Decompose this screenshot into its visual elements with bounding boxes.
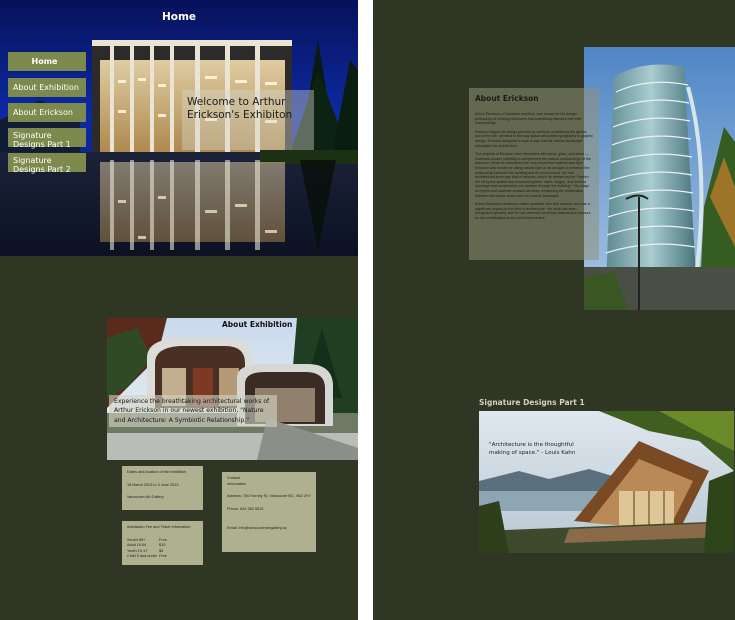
bio-paragraph: Arthur Erickson's illustrious career spa… bbox=[475, 202, 591, 220]
about-erickson-panel: About Erickson Arthur Erickson, a Canadi… bbox=[469, 88, 599, 260]
signature-house-photo bbox=[479, 411, 734, 553]
bio-paragraph: Erickson began his design process by car… bbox=[475, 129, 593, 148]
welcome-banner: Welcome to Arthur Erickson's Exhibiton bbox=[182, 90, 314, 150]
section-title-about-erickson: About Erickson bbox=[475, 94, 539, 103]
page-title-home: Home bbox=[161, 11, 197, 23]
design-canvas: Home Home About Exhibition About Erickso… bbox=[0, 0, 735, 620]
kahn-quote: "Architecture is the thoughtful making o… bbox=[489, 442, 576, 456]
contact-email[interactable]: Email: info@vancouverartgallery.ca bbox=[227, 526, 311, 532]
nav-home-button[interactable]: Home bbox=[8, 52, 86, 71]
admission-fee-card: Admission Fee and Ticket Information Sen… bbox=[122, 521, 203, 565]
exhibition-house-photo bbox=[107, 318, 358, 460]
erickson-biography: Arthur Erickson, a Canadian architect, w… bbox=[475, 112, 593, 220]
contact-card-heading: Contact Information bbox=[227, 476, 246, 486]
nav-about-exhibition-button[interactable]: About Exhibition bbox=[8, 78, 86, 97]
artboard-home: Home Home About Exhibition About Erickso… bbox=[0, 0, 358, 620]
section-title-about-exhibition: About Exhibition bbox=[222, 320, 293, 329]
erickson-tower-photo bbox=[584, 47, 735, 310]
exhibition-intro-text: Experience the breathtaking architectura… bbox=[109, 395, 277, 427]
contact-address: Address: 750 Hornby St, Vancouver BC, V6… bbox=[227, 494, 311, 499]
section-title-signature-designs-1: Signature Designs Part 1 bbox=[479, 398, 585, 407]
artboard-erickson: About Erickson Arthur Erickson, a Canadi… bbox=[373, 0, 735, 620]
bio-paragraph: Arthur Erickson, a Canadian architect, w… bbox=[475, 112, 582, 126]
contact-information-card: Contact Information Address: 750 Hornby … bbox=[222, 472, 316, 552]
fees-card-heading: Admission Fee and Ticket Information bbox=[127, 525, 191, 529]
dates-location-card: Dates and location of the exhibition 18 … bbox=[122, 466, 203, 510]
nav-about-erickson-button[interactable]: About Erickson bbox=[8, 103, 86, 122]
nav-signature-part2-button[interactable]: Signature Designs Part 2 bbox=[8, 153, 86, 174]
fee-row: Child 9 and under Free bbox=[127, 554, 167, 559]
exhibition-venue: Vancouver Art Gallery bbox=[127, 495, 164, 500]
nav-signature-part1-button[interactable]: Signature Designs Part 1 bbox=[8, 128, 86, 149]
bio-paragraph: The projects of Erickson were fabricated… bbox=[475, 152, 591, 198]
